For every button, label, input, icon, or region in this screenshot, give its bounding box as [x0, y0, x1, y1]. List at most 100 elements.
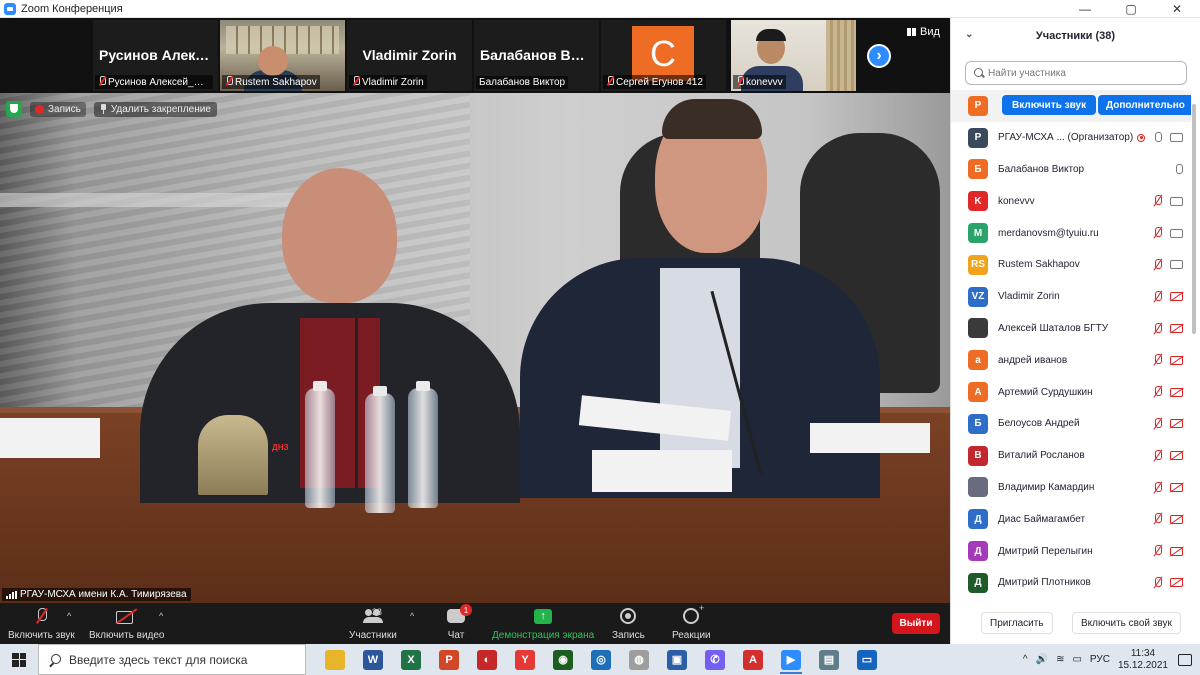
- volume-icon[interactable]: 🔊: [1036, 654, 1048, 665]
- camera-icon: [1170, 260, 1183, 270]
- video-tile-zorin[interactable]: Vladimir Zorin Vladimir Zorin: [347, 20, 472, 91]
- participant-row[interactable]: RS Rustem Sakhapov: [951, 249, 1191, 281]
- participant-avatar: Р: [968, 127, 988, 148]
- recording-dot-icon: [35, 104, 44, 114]
- mic-muted-icon: [35, 607, 48, 625]
- mic-muted-icon: [1153, 481, 1162, 494]
- taskbar-app-button[interactable]: ◉: [544, 644, 582, 675]
- security-shield-icon[interactable]: [6, 101, 22, 117]
- mic-icon: [1153, 131, 1162, 144]
- participant-row[interactable]: Р РГАУ-МСХА ... (Организатор): [951, 122, 1191, 154]
- taskbar-clock[interactable]: 11:34 15.12.2021: [1118, 648, 1168, 672]
- audio-options-caret-icon[interactable]: ^: [67, 611, 71, 621]
- taskbar-app-button[interactable]: ▤: [810, 644, 848, 675]
- participant-row[interactable]: Владимир Камардин: [951, 472, 1191, 504]
- taskbar-app-button[interactable]: ▭: [848, 644, 886, 675]
- taskbar-app-button[interactable]: Y: [506, 644, 544, 675]
- leave-meeting-button[interactable]: Выйти: [892, 613, 940, 634]
- video-tile-konevvv[interactable]: konevvv: [731, 20, 856, 91]
- taskbar-app-button[interactable]: A: [734, 644, 772, 675]
- start-button[interactable]: [0, 644, 38, 675]
- unmute-me-button[interactable]: Включить свой звук: [1072, 612, 1181, 634]
- share-screen-button[interactable]: ↑ Демонстрация экрана: [492, 605, 594, 641]
- mic-muted-icon: [1153, 227, 1162, 239]
- taskbar-app-button[interactable]: ▣: [658, 644, 696, 675]
- participant-row-selected[interactable]: Р Включить звук Дополнительно: [951, 90, 1191, 122]
- participants-button[interactable]: 38 Участники: [349, 605, 397, 641]
- more-options-button[interactable]: Дополнительно: [1098, 95, 1191, 115]
- taskbar-app-button[interactable]: [316, 644, 354, 675]
- taskbar-app-button[interactable]: ✆: [696, 644, 734, 675]
- camera-icon: [1170, 228, 1183, 238]
- participant-row[interactable]: Mmerdanovsm@tyuiu.ru: [951, 217, 1191, 249]
- participant-row[interactable]: Б Балабанов Виктор: [951, 154, 1191, 186]
- share-screen-icon: ↑: [534, 608, 553, 624]
- participant-avatar: [968, 318, 988, 339]
- taskbar-app-button[interactable]: ◐: [468, 644, 506, 675]
- record-button[interactable]: Запись: [612, 605, 645, 641]
- video-tile-rusinov[interactable]: Русинов Алекс... Русинов Алексей_Сар...: [93, 20, 218, 91]
- taskbar-app-button[interactable]: W: [354, 644, 392, 675]
- unpin-button[interactable]: Удалить закрепление: [93, 101, 217, 117]
- collapse-chevron-icon[interactable]: ⌄: [965, 29, 973, 40]
- video-options-caret-icon[interactable]: ^: [159, 611, 163, 621]
- search-input[interactable]: [988, 67, 1178, 79]
- participant-row[interactable]: Kkonevvv: [951, 185, 1191, 217]
- network-icon[interactable]: ≋: [1056, 654, 1064, 665]
- participant-row[interactable]: Д Дмитрий Перелыгин: [951, 535, 1191, 567]
- recording-badge: Запись: [30, 101, 86, 117]
- participant-status-icons: [1153, 195, 1183, 207]
- participant-row[interactable]: Д Диас Баймагамбет: [951, 503, 1191, 535]
- taskbar-app-button[interactable]: ◎: [582, 644, 620, 675]
- chat-button[interactable]: 1 Чат: [444, 604, 472, 641]
- close-button[interactable]: ✕: [1154, 0, 1200, 18]
- mic-muted-icon: [1153, 195, 1162, 207]
- participant-list-scrollbar[interactable]: [1191, 90, 1197, 598]
- video-tile-sakhapov[interactable]: Rustem Sakhapov: [220, 20, 345, 91]
- video-tile-egunov[interactable]: C Сергей Егунов 412: [601, 20, 726, 91]
- invite-button[interactable]: Пригласить: [981, 612, 1053, 634]
- participant-search[interactable]: [965, 61, 1187, 85]
- participant-avatar: а: [968, 350, 988, 371]
- taskbar-app-button[interactable]: ▶: [772, 644, 810, 675]
- participant-name: андрей иванов: [998, 354, 1068, 366]
- participant-row[interactable]: А Артемий Сурдушкин: [951, 376, 1191, 408]
- camera-off-icon: [1170, 324, 1183, 334]
- video-tile-balabanov[interactable]: Балабанов Вик... Балабанов Виктор: [474, 20, 599, 91]
- view-button[interactable]: Вид: [907, 26, 940, 38]
- window-title: Zoom Конференция: [21, 2, 123, 15]
- participant-row[interactable]: Д Дмитрий Плотников: [951, 567, 1191, 598]
- participant-row[interactable]: Алексей Шаталов БГТУ: [951, 313, 1191, 345]
- speaker-name-label: РГАУ-МСХА имени К.А. Тимирязева: [2, 588, 191, 601]
- reactions-button[interactable]: Реакции: [672, 603, 711, 641]
- taskbar-app-button[interactable]: P: [430, 644, 468, 675]
- language-indicator[interactable]: РУС: [1090, 654, 1110, 665]
- participant-row[interactable]: В Виталий Росланов: [951, 440, 1191, 472]
- tray-overflow-chevron-icon[interactable]: ^: [1023, 654, 1028, 665]
- participant-status-icons: [1153, 576, 1183, 589]
- taskbar-search[interactable]: Введите здесь текст для поиска: [38, 644, 306, 675]
- scroll-thumb[interactable]: [1192, 104, 1196, 334]
- tile-name: Балабанов Вик...: [480, 47, 593, 63]
- mic-icon: [1174, 163, 1183, 176]
- next-page-arrow-icon[interactable]: ›: [867, 44, 891, 68]
- unmute-audio-button[interactable]: Включить звук: [8, 605, 75, 641]
- taskbar-apps: W X P ◐ Y ◉ ◎ ◍ ▣ ✆ A ▶ ▤ ▭: [316, 644, 886, 675]
- participants-options-caret-icon[interactable]: ^: [410, 611, 414, 621]
- floppy-icon: ▣: [667, 649, 687, 670]
- camera-off-icon: [1170, 514, 1183, 524]
- maximize-button[interactable]: ▢: [1108, 0, 1154, 18]
- taskbar-app-button[interactable]: ◍: [620, 644, 658, 675]
- participant-row[interactable]: VZ Vladimir Zorin: [951, 281, 1191, 313]
- camera-off-icon: [1170, 546, 1183, 556]
- start-video-button[interactable]: Включить видео: [89, 605, 165, 641]
- video-area: Русинов Алекс... Русинов Алексей_Сар... …: [0, 18, 950, 603]
- minimize-button[interactable]: —: [1062, 0, 1108, 18]
- pin-icon: [100, 104, 107, 114]
- ask-unmute-button[interactable]: Включить звук: [1002, 95, 1097, 115]
- participant-row[interactable]: Б Белоусов Андрей: [951, 408, 1191, 440]
- taskbar-app-button[interactable]: X: [392, 644, 430, 675]
- participant-row[interactable]: а андрей иванов: [951, 344, 1191, 376]
- notifications-icon[interactable]: [1178, 653, 1192, 666]
- battery-icon[interactable]: ▭: [1072, 654, 1081, 665]
